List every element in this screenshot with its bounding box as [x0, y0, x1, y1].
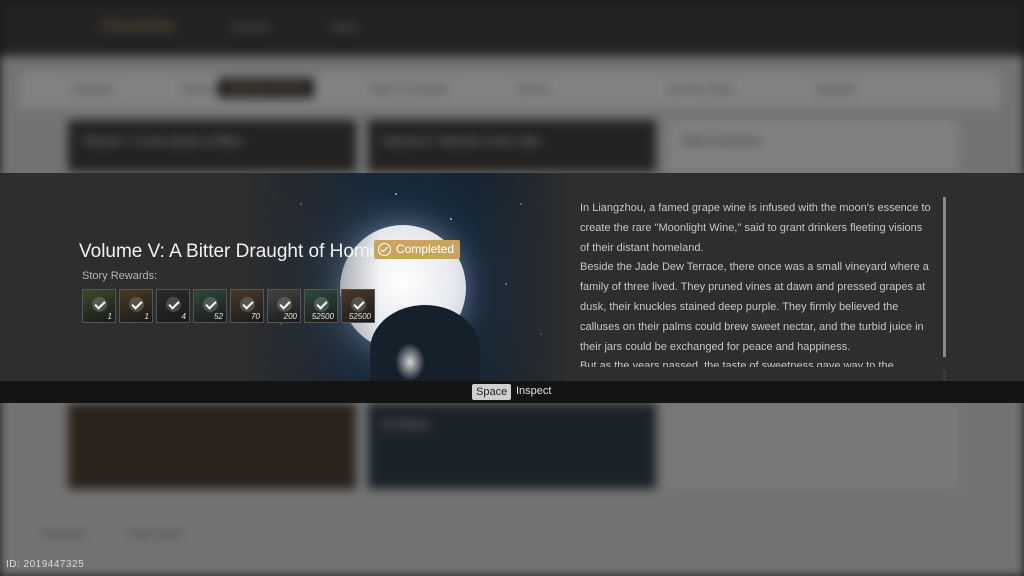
- reward-slot[interactable]: 1: [119, 289, 153, 323]
- wine-splash: [395, 343, 425, 381]
- gold-ingot-icon: [129, 297, 144, 312]
- reward-quantity: 52500: [348, 312, 371, 321]
- reward-quantity: 52500: [311, 312, 334, 321]
- reward-quantity: 200: [283, 312, 297, 321]
- scrollbar-thumb[interactable]: [943, 197, 946, 357]
- top-nav-bar: Chronicles Events Tales: [0, 0, 1024, 56]
- reward-slot[interactable]: 52500: [341, 289, 375, 323]
- reward-slot[interactable]: 70: [230, 289, 264, 323]
- story-card[interactable]: Volume II: Swords in the Lake: [368, 120, 656, 172]
- bottom-link[interactable]: Rewards: [42, 528, 85, 540]
- jade-pendant-icon: [203, 297, 218, 312]
- wooden-box-icon: [240, 297, 255, 312]
- ink-brush-icon: [166, 297, 181, 312]
- nav-title: Chronicles: [100, 18, 176, 35]
- filter-tab[interactable]: Ancient Tales: [668, 84, 733, 96]
- story-card[interactable]: [668, 403, 958, 489]
- nav-tab[interactable]: Tales: [330, 20, 358, 34]
- story-rewards-label: Story Rewards:: [82, 270, 158, 282]
- filter-tab[interactable]: Volume: [180, 84, 217, 96]
- copper-coin-icon: [351, 297, 366, 312]
- story-card[interactable]: Ode to Autumn: [668, 120, 958, 172]
- completed-badge: Completed: [374, 240, 461, 259]
- description-paragraph: In Liangzhou, a famed grape wine is infu…: [580, 202, 931, 254]
- hint-bar: [0, 381, 1024, 403]
- jade-token-icon: [92, 297, 107, 312]
- reward-slot[interactable]: 4: [156, 289, 190, 323]
- player-uid: ID: 2019447325: [6, 559, 85, 570]
- scroll-track[interactable]: [943, 370, 946, 381]
- description-paragraph: Beside the Jade Dew Terrace, there once …: [580, 261, 929, 353]
- jade-coin-icon: [314, 297, 329, 312]
- reward-quantity: 1: [144, 312, 149, 321]
- reward-quantity: 70: [251, 312, 260, 321]
- nav-tab[interactable]: Events: [232, 20, 269, 34]
- silver-coin-icon: [277, 297, 292, 312]
- reward-slot[interactable]: 200: [267, 289, 301, 323]
- filter-tab[interactable]: Chapters: [70, 84, 115, 96]
- bottom-link[interactable]: Story Menu: [128, 528, 184, 540]
- story-description[interactable]: In Liangzhou, a famed grape wine is infu…: [580, 199, 932, 367]
- reward-slot[interactable]: 52500: [304, 289, 338, 323]
- filter-tab[interactable]: Rivers: [518, 84, 549, 96]
- story-card[interactable]: At Home: [368, 403, 656, 489]
- filter-tab[interactable]: Tales of Jianghu: [370, 84, 450, 96]
- volume-title: Volume V: A Bitter Draught of Home: [79, 241, 381, 262]
- inspect-label: Inspect: [516, 385, 552, 397]
- story-card[interactable]: [68, 403, 356, 489]
- story-card[interactable]: Volume I: In the Quest of Bliss: [68, 120, 356, 172]
- space-key-hint[interactable]: Space: [472, 384, 512, 400]
- reward-quantity: 4: [181, 312, 186, 321]
- check-icon: [378, 243, 391, 256]
- filter-tab[interactable]: Episode: [816, 84, 856, 96]
- description-paragraph: But as the years passed, the taste of sw…: [580, 360, 894, 367]
- reward-quantity: 1: [107, 312, 112, 321]
- reward-slot[interactable]: 52: [193, 289, 227, 323]
- reward-slot[interactable]: 1: [82, 289, 116, 323]
- filter-tab-active[interactable]: Selected Stories: [218, 78, 315, 98]
- reward-quantity: 52: [214, 312, 223, 321]
